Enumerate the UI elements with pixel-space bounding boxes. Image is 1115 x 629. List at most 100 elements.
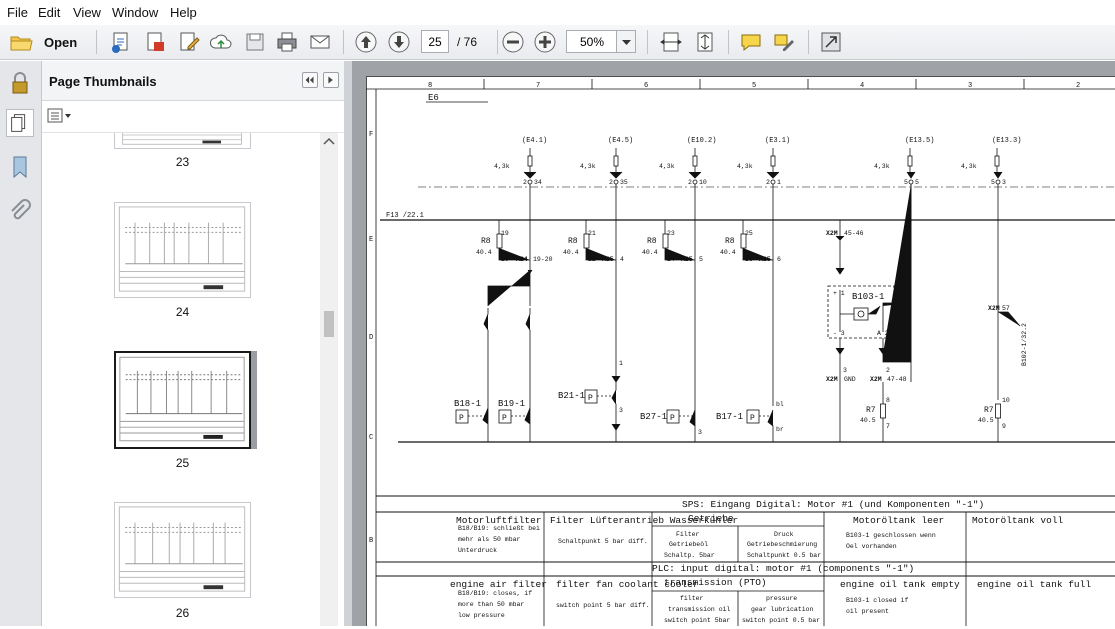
connector-pin: 5 [699,256,703,263]
scrollbar-thumb[interactable] [324,311,334,337]
zoom-dropdown-button[interactable] [616,31,635,52]
menu-file[interactable]: File [7,5,28,20]
previous-page-icon[interactable] [353,29,379,55]
r8-label: R8 [725,237,735,246]
connector-pin: 19-20 [533,256,553,263]
column-label: 4 [860,82,864,90]
bookmark-icon[interactable] [6,153,34,181]
table-header-de: SPS: Eingang Digital: Motor #1 (und Komp… [682,499,984,510]
toolbar-separator [497,30,498,54]
open-button[interactable]: Open [44,35,77,50]
panel-toolbar [42,101,344,133]
thumbnail-page-24[interactable] [114,202,251,298]
zoom-select[interactable] [566,30,636,53]
menu-window[interactable]: Window [112,5,158,20]
zoom-in-icon[interactable] [532,29,558,55]
r7-value: 40.5 [860,417,876,424]
fullscreen-icon[interactable] [818,29,844,55]
reference-label: (E4.5) [608,137,633,145]
r8-value: 40.4 [476,249,492,256]
pin-number: 9 [1002,423,1006,430]
cell-line: gear lubrication [751,606,814,613]
sensor-label: B21-1 [558,391,585,401]
thumbnail-page-26[interactable] [114,502,251,598]
column-label: 5 [752,82,756,90]
pin-number: 10 [699,179,707,186]
options-icon [47,107,73,125]
fit-width-icon[interactable] [658,29,684,55]
svg-text:P: P [750,414,755,423]
expand-panel-button[interactable] [323,72,339,88]
sensor-b18: P [456,408,488,424]
connector-pin: 47-48 [887,376,907,383]
page-total: / 76 [457,35,477,49]
pin-number: 22 [588,256,596,263]
create-pdf-icon[interactable] [108,29,134,55]
thumbnail-page-23[interactable] [114,133,251,149]
row-label: F [369,131,373,139]
menu-help[interactable]: Help [170,5,197,20]
connector-label: X25 [602,256,614,263]
cloud-upload-icon[interactable] [208,29,234,55]
connector-pin: 45-46 [844,230,864,237]
zoom-out-icon[interactable] [500,29,526,55]
cell-line: B18/B19: schließt bei [458,525,540,532]
connector-label: X24 [516,256,528,263]
toolbar-separator [647,30,648,54]
connector-label: X2M [870,376,882,383]
cell-line: Getriebeschmierung [747,541,817,548]
highlight-icon[interactable] [771,29,797,55]
cell-title: engine oil tank empty [840,579,960,590]
thumbnail-scrollbar[interactable] [320,133,338,626]
email-icon[interactable] [307,29,333,55]
thumbnail-label-23: 23 [114,155,251,169]
comment-icon[interactable] [738,29,764,55]
zoom-input[interactable] [567,31,617,52]
pin-number: 34 [534,179,542,186]
open-folder-icon[interactable] [8,29,34,55]
cross-reference: B102-1/32.2 [1021,323,1028,366]
cell-title: engine oil tank full [977,579,1091,590]
connector-label: X2M [826,230,838,237]
resistor-value: 4,3k [659,163,675,170]
cell-title: Motoröltank voll [972,515,1064,526]
lock-icon[interactable] [6,69,34,97]
cell-title: engine air filter [450,579,547,590]
export-pdf-icon[interactable] [142,29,168,55]
column-label: 6 [644,82,648,90]
row-label: B [369,537,373,545]
sensor-label: B18-1 [454,399,481,409]
page-number-input[interactable] [421,30,449,53]
pin-number: 24 [667,256,675,263]
row-label: E [369,236,373,244]
r8-value: 40.4 [720,249,736,256]
pin-number: 2 [523,179,527,186]
sensor-label: B27-1 [640,412,667,422]
reference-label: (E13.3) [992,137,1021,145]
connector-label: X2M [988,305,1000,312]
collapse-panel-button[interactable] [302,72,318,88]
panel-splitter[interactable] [344,61,352,626]
cell-line: B103-1 geschlossen wenn [846,532,936,539]
page-thumbnails-icon[interactable] [6,109,34,137]
svg-text:P: P [459,414,464,423]
fit-page-icon[interactable] [692,29,718,55]
row-label: D [369,334,373,342]
menu-view[interactable]: View [73,5,101,20]
svg-text:P: P [670,414,675,423]
save-icon[interactable] [242,29,268,55]
r8-label: R8 [647,237,657,246]
pin-number: 3 [619,407,623,414]
menu-edit[interactable]: Edit [38,5,60,20]
pin-number: 2 [688,179,692,186]
thumbnail-page-25[interactable] [114,351,251,449]
row-label: C [369,434,373,442]
r7-label: R7 [984,406,994,415]
attachment-icon[interactable] [6,197,34,225]
options-menu-button[interactable] [47,107,73,125]
r8-label: R8 [568,237,578,246]
next-page-icon[interactable] [386,29,412,55]
print-icon[interactable] [274,29,300,55]
edit-pdf-icon[interactable] [176,29,202,55]
cell-line: mehr als 50 mbar [458,536,521,543]
